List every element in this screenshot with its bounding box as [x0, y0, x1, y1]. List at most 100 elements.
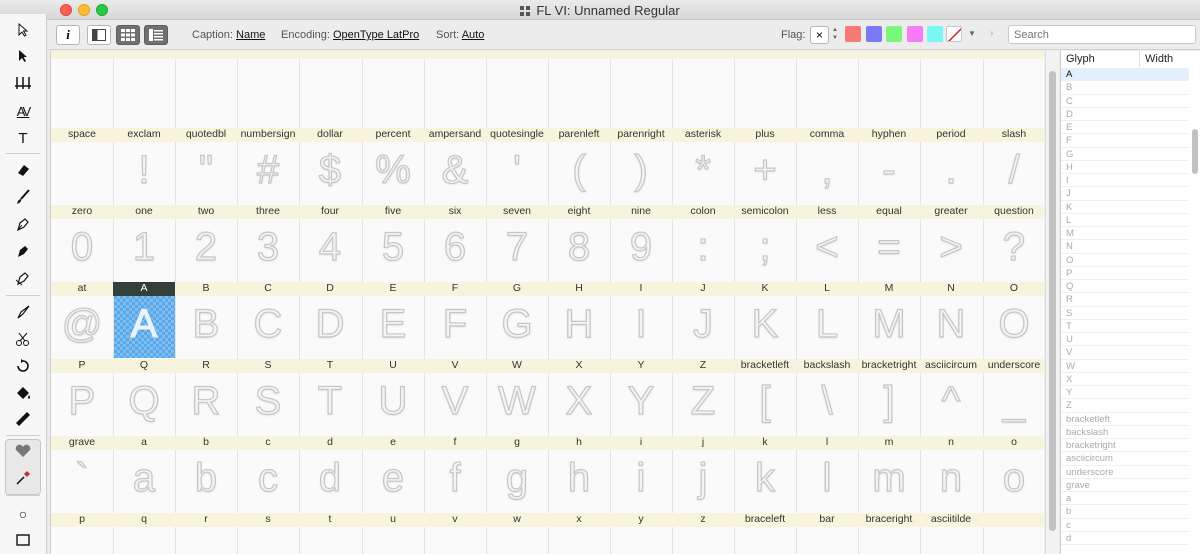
- glyph-cell[interactable]: Y: [610, 373, 672, 433]
- glyph-cell[interactable]: e: [362, 450, 424, 510]
- glyph-cell[interactable]: B: [175, 296, 237, 356]
- glyph-caption[interactable]: greater: [920, 205, 982, 219]
- glyph-caption[interactable]: three: [237, 205, 299, 219]
- glyph-list-item[interactable]: Z: [1061, 399, 1189, 413]
- glyph-caption[interactable]: c: [237, 436, 299, 450]
- glyph-cell[interactable]: V: [424, 373, 486, 433]
- glyph-caption[interactable]: Y: [610, 359, 672, 373]
- glyph-cell[interactable]: P: [51, 373, 113, 433]
- glyph-caption[interactable]: g: [486, 436, 548, 450]
- glyph-cell[interactable]: h: [548, 450, 610, 510]
- glyph-cell[interactable]: %: [362, 142, 424, 202]
- glyph-cell[interactable]: g: [486, 450, 548, 510]
- glyph-list-item[interactable]: N: [1061, 240, 1189, 254]
- glyph-caption[interactable]: Q: [113, 359, 175, 373]
- glyph-caption[interactable]: I: [610, 282, 672, 296]
- glyph-cell[interactable]: l: [796, 450, 858, 510]
- contour-pointer-tool[interactable]: [6, 47, 40, 69]
- glyph-cell[interactable]: .: [920, 142, 982, 202]
- glyph-caption[interactable]: P: [51, 359, 113, 373]
- glyph-caption[interactable]: t: [299, 513, 361, 527]
- info-button[interactable]: i: [56, 25, 80, 45]
- caption-value[interactable]: Name: [236, 29, 265, 41]
- glyph-list-item[interactable]: S: [1061, 307, 1189, 320]
- glyph-caption[interactable]: six: [424, 205, 486, 219]
- scrollbar-thumb[interactable]: [1049, 71, 1056, 531]
- glyph-cell[interactable]: $: [299, 142, 361, 202]
- glyph-caption[interactable]: quotesingle: [486, 128, 548, 142]
- glyph-caption[interactable]: grave: [51, 436, 113, 450]
- glyph-cell[interactable]: D: [299, 296, 361, 356]
- glyph-cell[interactable]: 8: [548, 219, 610, 279]
- glyph-caption[interactable]: dollar: [299, 128, 361, 142]
- encoding-selector[interactable]: Encoding: OpenType LatPro: [281, 29, 419, 41]
- glyph-cell[interactable]: _: [983, 373, 1044, 433]
- glyph-caption[interactable]: slash: [983, 128, 1044, 142]
- glyph-cell[interactable]: U: [362, 373, 424, 433]
- glyph-caption[interactable]: z: [672, 513, 734, 527]
- glyph-caption[interactable]: M: [858, 282, 920, 296]
- glyph-cell[interactable]: I: [610, 296, 672, 356]
- glyph-cell[interactable]: K: [734, 296, 796, 356]
- rectangle-tool[interactable]: [6, 530, 40, 552]
- glyph-caption[interactable]: zero: [51, 205, 113, 219]
- glyph-caption[interactable]: N: [920, 282, 982, 296]
- glyph-cell[interactable]: m: [858, 450, 920, 510]
- glyph-caption[interactable]: question: [983, 205, 1044, 219]
- power-nib-tool[interactable]: [6, 269, 40, 291]
- flag-color-swatch[interactable]: [906, 26, 923, 42]
- brush-tool[interactable]: [6, 188, 40, 210]
- flag-stepper-icon[interactable]: ▲ ▼: [832, 26, 838, 42]
- glyph-caption[interactable]: seven: [486, 205, 548, 219]
- glyph-list-item[interactable]: V: [1061, 346, 1189, 360]
- glyph-cell[interactable]: ?: [983, 219, 1044, 279]
- glyph-caption[interactable]: i: [610, 436, 672, 450]
- column-header-glyph[interactable]: Glyph: [1061, 51, 1139, 67]
- glyph-caption[interactable]: parenleft: [548, 128, 610, 142]
- glyph-caption[interactable]: R: [175, 359, 237, 373]
- flag-color-swatch[interactable]: [927, 26, 943, 42]
- glyph-cell[interactable]: R: [175, 373, 237, 433]
- glyph-cell[interactable]: a: [113, 450, 175, 510]
- glyph-cell[interactable]: /: [983, 142, 1044, 202]
- sidebar-toggle-button[interactable]: [87, 25, 111, 45]
- glyph-caption[interactable]: comma: [796, 128, 858, 142]
- glyph-caption[interactable]: j: [672, 436, 734, 450]
- glyph-list-item[interactable]: C: [1061, 95, 1189, 108]
- encoding-value[interactable]: OpenType LatPro: [333, 29, 419, 41]
- glyph-caption[interactable]: H: [548, 282, 610, 296]
- glyph-caption[interactable]: J: [672, 282, 734, 296]
- rapid-pen-tool[interactable]: [6, 242, 40, 264]
- flag-color-swatch[interactable]: [845, 26, 861, 42]
- flag-color-swatch[interactable]: [886, 26, 902, 42]
- glyph-cell[interactable]: <: [796, 219, 858, 279]
- glyph-cell[interactable]: 5: [362, 219, 424, 279]
- glyph-cell[interactable]: ): [610, 142, 672, 202]
- glyph-caption[interactable]: asciitilde: [920, 513, 982, 527]
- glyph-cell[interactable]: S: [237, 373, 299, 433]
- heart-tool[interactable]: [6, 442, 40, 464]
- glyph-caption[interactable]: parenright: [610, 128, 672, 142]
- glyph-caption[interactable]: p: [51, 513, 113, 527]
- glyph-caption[interactable]: w: [486, 513, 548, 527]
- glyph-list-item[interactable]: U: [1061, 333, 1189, 347]
- glyph-caption[interactable]: d: [299, 436, 361, 450]
- glyph-list-item[interactable]: J: [1061, 187, 1189, 201]
- glyph-caption[interactable]: m: [858, 436, 920, 450]
- glyph-list-item[interactable]: a: [1061, 492, 1189, 506]
- glyph-caption[interactable]: backslash: [796, 359, 858, 373]
- glyph-caption[interactable]: C: [237, 282, 299, 296]
- glyph-caption[interactable]: q: [113, 513, 175, 527]
- glyph-cell[interactable]: -: [858, 142, 920, 202]
- glyph-caption[interactable]: braceleft: [734, 513, 796, 527]
- glyph-cell[interactable]: o: [983, 450, 1044, 510]
- glyph-caption[interactable]: u: [362, 513, 424, 527]
- glyph-caption[interactable]: E: [362, 282, 424, 296]
- scissors-tool[interactable]: [6, 330, 40, 352]
- sort-selector[interactable]: Sort: Auto: [436, 29, 484, 41]
- glyph-cell[interactable]: !: [113, 142, 175, 202]
- glyph-cell[interactable]: &: [424, 142, 486, 202]
- list-view-button[interactable]: [144, 25, 168, 45]
- glyph-cell[interactable]: J: [672, 296, 734, 356]
- glyph-caption[interactable]: braceright: [858, 513, 920, 527]
